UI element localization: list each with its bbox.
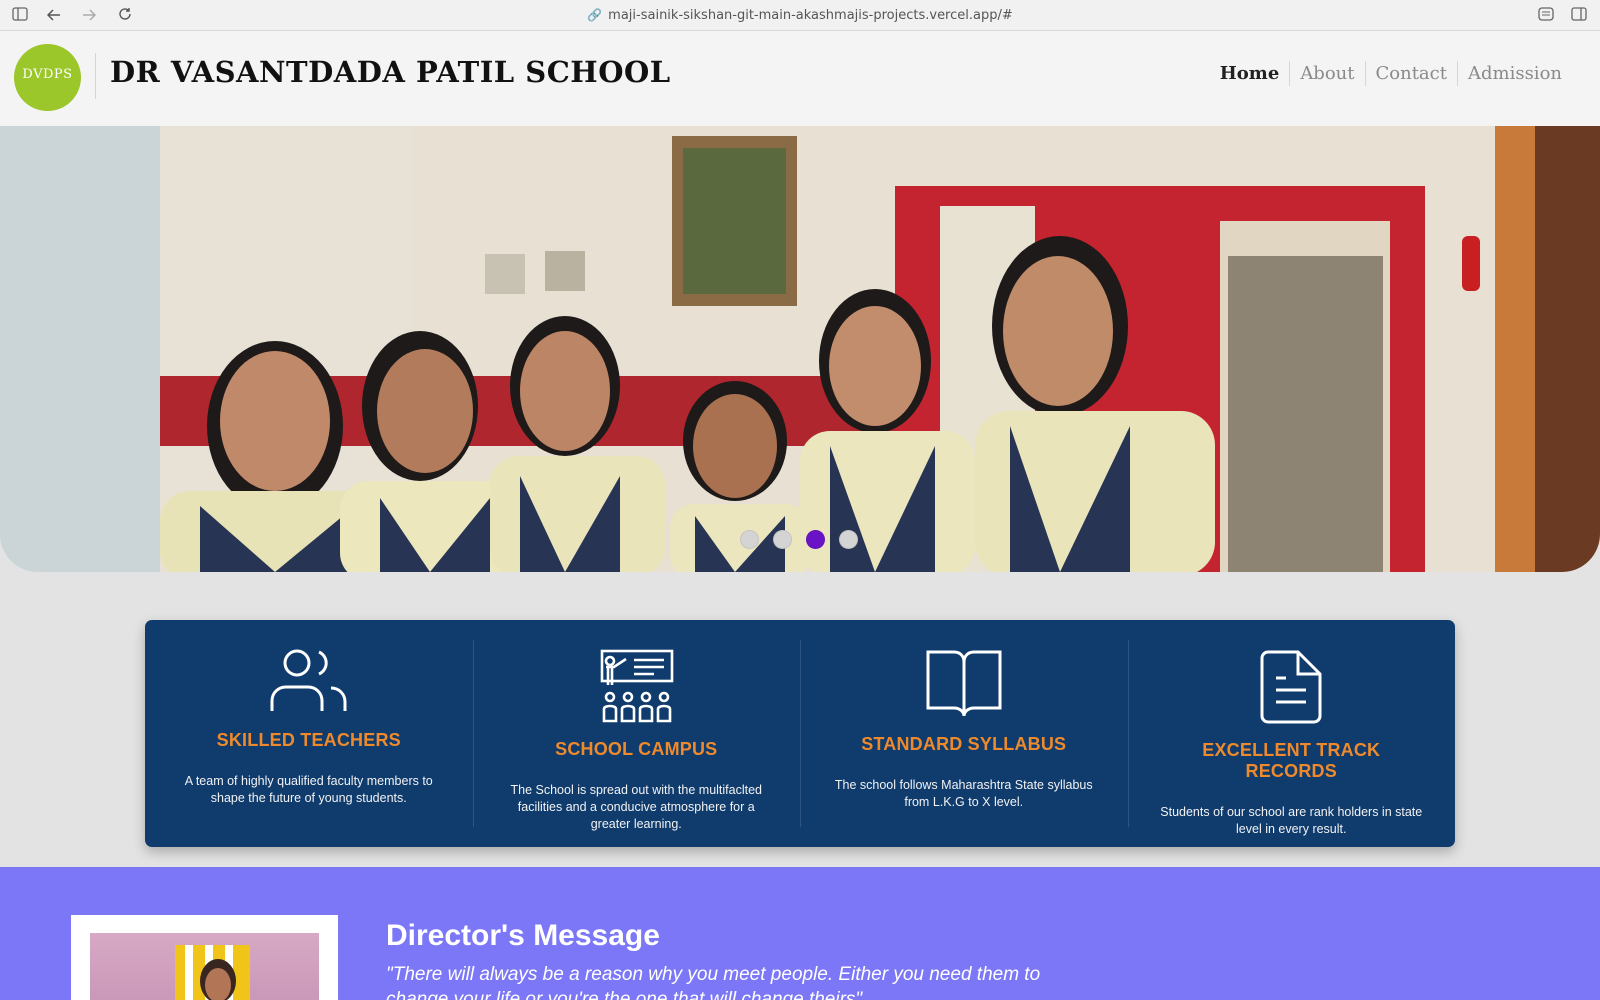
feature-track-records: EXCELLENT TRACK RECORDS Students of our … (1127, 620, 1456, 847)
carousel-indicators (740, 530, 858, 549)
slide-dot-4[interactable] (839, 530, 858, 549)
director-section: Director's Message "There will always be… (0, 867, 1600, 1000)
feature-skilled-teachers: SKILLED TEACHERS A team of highly qualif… (145, 620, 473, 847)
features-panel: SKILLED TEACHERS A team of highly qualif… (145, 620, 1455, 847)
header-divider (95, 53, 96, 99)
main-nav: Home About Contact Admission (1210, 61, 1572, 86)
nav-about[interactable]: About (1289, 61, 1364, 86)
feature-title: EXCELLENT TRACK RECORDS (1202, 740, 1381, 781)
book-icon (830, 638, 1098, 718)
feature-school-campus: SCHOOL CAMPUS The School is spread out w… (472, 620, 801, 847)
school-logo[interactable]: DVDPS (14, 44, 81, 111)
director-photo (90, 933, 319, 1000)
browser-toolbar: 🔗 maji-sainik-sikshan-git-main-akashmajis… (0, 0, 1600, 31)
feature-title: STANDARD SYLLABUS (861, 734, 1067, 754)
hero-image (0, 126, 1600, 572)
link-icon: 🔗 (587, 8, 603, 22)
slide-dot-2[interactable] (773, 530, 792, 549)
school-name: DR VASANTDADA PATIL SCHOOL (110, 55, 671, 89)
nav-contact[interactable]: Contact (1364, 61, 1457, 86)
address-bar[interactable]: 🔗 maji-sainik-sikshan-git-main-akashmajis… (0, 6, 1600, 25)
feature-standard-syllabus: STANDARD SYLLABUS The school follows Mah… (800, 620, 1128, 847)
reader-icon[interactable] (1535, 5, 1557, 27)
teachers-icon (175, 638, 443, 714)
nav-home[interactable]: Home (1210, 61, 1290, 86)
feature-title: SKILLED TEACHERS (216, 730, 401, 750)
classroom-icon (503, 638, 771, 723)
slide-dot-1[interactable] (740, 530, 759, 549)
site-header: DVDPS DR VASANTDADA PATIL SCHOOL Home Ab… (0, 31, 1600, 126)
document-icon (1158, 638, 1426, 724)
director-title: Director's Message (386, 919, 660, 952)
url-text: maji-sainik-sikshan-git-main-akashmajis-… (608, 8, 1013, 23)
feature-description: The school follows Maharashtra State syl… (834, 778, 1093, 809)
feature-description: The School is spread out with the multif… (510, 783, 763, 831)
feature-description: Students of our school are rank holders … (1160, 805, 1423, 836)
feature-title: SCHOOL CAMPUS (555, 739, 718, 759)
hero-carousel[interactable] (0, 126, 1600, 572)
director-photo-frame (71, 915, 338, 1000)
split-view-icon[interactable] (1568, 5, 1590, 27)
nav-admission[interactable]: Admission (1456, 61, 1572, 86)
feature-description: A team of highly qualified faculty membe… (184, 774, 433, 805)
director-quote: "There will always be a reason why you m… (386, 964, 1041, 1000)
slide-dot-3[interactable] (806, 530, 825, 549)
